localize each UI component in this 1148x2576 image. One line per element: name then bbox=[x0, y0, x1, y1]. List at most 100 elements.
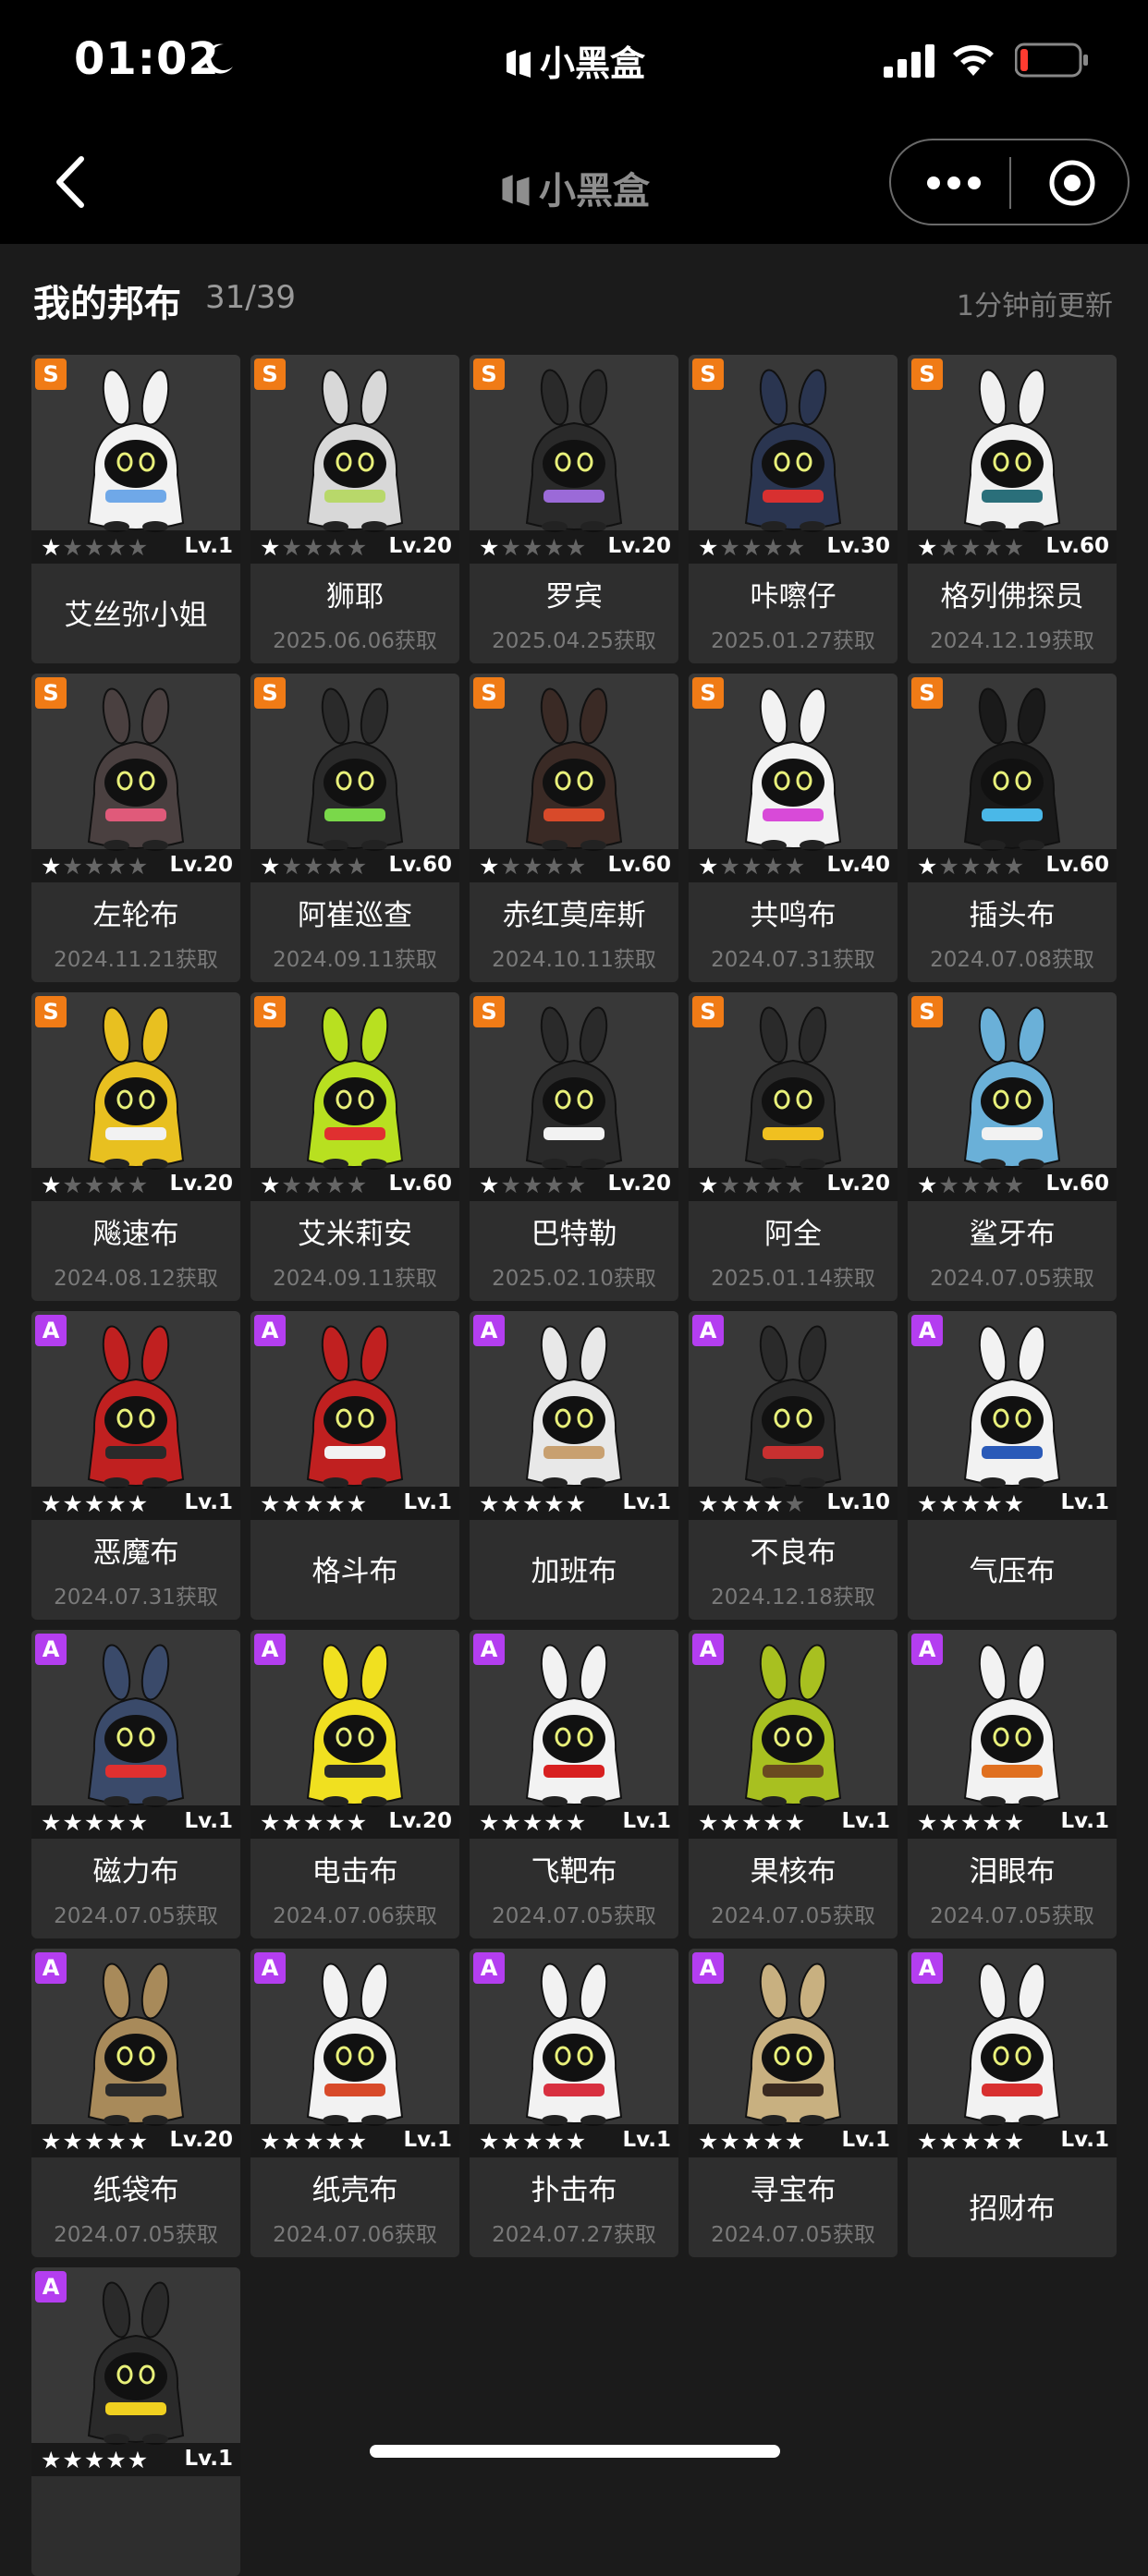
status-app-name-text: 小黑盒 bbox=[539, 43, 645, 84]
acquired-date: 2025.06.06获取 bbox=[273, 629, 437, 653]
star-filled-icon: ★ bbox=[41, 853, 63, 880]
bangboo-card[interactable]: A ★★★★★ Lv.1 扑击布 2024.07.27获取 bbox=[470, 1949, 678, 2257]
home-indicator bbox=[370, 2445, 780, 2458]
bangboo-card[interactable]: S ★★★★★ Lv.40 共鸣布 2024.07.31获取 bbox=[689, 674, 898, 982]
star-rating: ★★★★★ bbox=[260, 1172, 368, 1198]
star-empty-icon: ★ bbox=[740, 1172, 763, 1198]
level-label: Lv.20 bbox=[169, 1172, 233, 1196]
star-empty-icon: ★ bbox=[281, 1172, 303, 1198]
bangboo-name: 艾丝弥小姐 bbox=[64, 599, 208, 632]
star-empty-icon: ★ bbox=[959, 853, 983, 880]
star-rating: ★★★★★ bbox=[41, 2128, 149, 2155]
star-filled-icon: ★ bbox=[281, 2128, 303, 2155]
bangboo-card[interactable]: A ★★★★★ Lv.10 不良布 2024.12.18获取 bbox=[689, 1311, 898, 1620]
star-filled-icon: ★ bbox=[763, 1809, 785, 1836]
star-empty-icon: ★ bbox=[324, 853, 347, 880]
bangboo-card[interactable]: A ★★★★★ Lv.1 bbox=[31, 2267, 240, 2576]
bangboo-card[interactable]: S ★★★★★ Lv.60 格列佛探员 2024.12.19获取 bbox=[908, 355, 1117, 663]
star-filled-icon: ★ bbox=[565, 1490, 588, 1517]
star-filled-icon: ★ bbox=[917, 853, 939, 880]
star-filled-icon: ★ bbox=[698, 1490, 720, 1517]
acquired-date: 2025.01.27获取 bbox=[711, 629, 875, 653]
bangboo-card[interactable]: S ★★★★★ Lv.60 阿崔巡查 2024.09.11获取 bbox=[250, 674, 459, 982]
collection-count: 31/39 bbox=[205, 279, 296, 316]
star-filled-icon: ★ bbox=[479, 1809, 501, 1836]
bangboo-card[interactable]: S ★★★★★ Lv.20 巴特勒 2025.02.10获取 bbox=[470, 992, 678, 1301]
bangboo-card[interactable]: A ★★★★★ Lv.1 恶魔布 2024.07.31获取 bbox=[31, 1311, 240, 1620]
star-filled-icon: ★ bbox=[719, 1809, 741, 1836]
bangboo-card[interactable]: A ★★★★★ Lv.1 磁力布 2024.07.05获取 bbox=[31, 1630, 240, 1938]
bangboo-name: 纸袋布 bbox=[92, 2174, 179, 2207]
acquired-date: 2024.07.05获取 bbox=[54, 2223, 218, 2247]
bangboo-card[interactable]: S ★★★★★ Lv.60 赤红莫库斯 2024.10.11获取 bbox=[470, 674, 678, 982]
level-label: Lv.20 bbox=[826, 1172, 890, 1196]
bangboo-card[interactable]: A ★★★★★ Lv.1 招财布 bbox=[908, 1949, 1117, 2257]
bangboo-card[interactable]: A ★★★★★ Lv.20 纸袋布 2024.07.05获取 bbox=[31, 1949, 240, 2257]
star-filled-icon: ★ bbox=[41, 2128, 63, 2155]
star-filled-icon: ★ bbox=[346, 1490, 369, 1517]
bangboo-card[interactable]: A ★★★★★ Lv.1 加班布 bbox=[470, 1311, 678, 1620]
star-filled-icon: ★ bbox=[302, 1809, 325, 1836]
star-rating: ★★★★★ bbox=[917, 1172, 1025, 1198]
star-filled-icon: ★ bbox=[105, 2447, 128, 2473]
star-filled-icon: ★ bbox=[959, 1809, 983, 1836]
bangboo-name: 格斗布 bbox=[311, 1555, 398, 1588]
level-label: Lv.1 bbox=[1060, 2128, 1109, 2152]
level-bar: ★★★★★ Lv.1 bbox=[908, 1805, 1117, 1839]
bangboo-name: 恶魔布 bbox=[92, 1537, 179, 1570]
star-filled-icon: ★ bbox=[302, 1490, 325, 1517]
level-bar: ★★★★★ Lv.60 bbox=[908, 530, 1117, 564]
rank-badge: S bbox=[473, 358, 505, 390]
rank-badge: S bbox=[473, 996, 505, 1027]
bangboo-card[interactable]: A ★★★★★ Lv.1 纸壳布 2024.07.06获取 bbox=[250, 1949, 459, 2257]
bangboo-card[interactable]: A ★★★★★ Lv.1 果核布 2024.07.05获取 bbox=[689, 1630, 898, 1938]
bangboo-card[interactable]: S ★★★★★ Lv.60 艾米莉安 2024.09.11获取 bbox=[250, 992, 459, 1301]
star-empty-icon: ★ bbox=[105, 1172, 128, 1198]
bangboo-card[interactable]: S ★★★★★ Lv.20 阿全 2025.01.14获取 bbox=[689, 992, 898, 1301]
bangboo-card[interactable]: A ★★★★★ Lv.1 飞靶布 2024.07.05获取 bbox=[470, 1630, 678, 1938]
star-filled-icon: ★ bbox=[698, 1172, 720, 1198]
bangboo-card[interactable]: S ★★★★★ Lv.1 艾丝弥小姐 bbox=[31, 355, 240, 663]
star-empty-icon: ★ bbox=[982, 534, 1004, 561]
bangboo-name: 罗宾 bbox=[545, 580, 603, 614]
bangboo-card[interactable]: S ★★★★★ Lv.20 罗宾 2025.04.25获取 bbox=[470, 355, 678, 663]
star-filled-icon: ★ bbox=[698, 853, 720, 880]
star-empty-icon: ★ bbox=[740, 853, 763, 880]
level-label: Lv.1 bbox=[403, 2128, 452, 2152]
bangboo-card[interactable]: A ★★★★★ Lv.1 格斗布 bbox=[250, 1311, 459, 1620]
star-filled-icon: ★ bbox=[521, 2128, 544, 2155]
star-empty-icon: ★ bbox=[784, 1172, 807, 1198]
star-empty-icon: ★ bbox=[500, 853, 522, 880]
star-filled-icon: ★ bbox=[740, 1809, 763, 1836]
star-rating: ★★★★★ bbox=[698, 1809, 806, 1836]
star-empty-icon: ★ bbox=[346, 853, 369, 880]
close-target-icon[interactable] bbox=[1046, 157, 1098, 209]
bangboo-card[interactable]: A ★★★★★ Lv.1 寻宝布 2024.07.05获取 bbox=[689, 1949, 898, 2257]
star-filled-icon: ★ bbox=[938, 1809, 960, 1836]
rank-badge: A bbox=[254, 1315, 286, 1346]
bangboo-card[interactable]: S ★★★★★ Lv.30 咔嚓仔 2025.01.27获取 bbox=[689, 355, 898, 663]
bangboo-card[interactable]: A ★★★★★ Lv.20 电击布 2024.07.06获取 bbox=[250, 1630, 459, 1938]
battery-low-icon bbox=[1015, 43, 1088, 78]
bangboo-card[interactable]: S ★★★★★ Lv.20 飚速布 2024.08.12获取 bbox=[31, 992, 240, 1301]
rank-badge: S bbox=[473, 677, 505, 709]
star-empty-icon: ★ bbox=[500, 534, 522, 561]
star-filled-icon: ★ bbox=[83, 2128, 106, 2155]
bangboo-card[interactable]: A ★★★★★ Lv.1 泪眼布 2024.07.05获取 bbox=[908, 1630, 1117, 1938]
bangboo-card[interactable]: A ★★★★★ Lv.1 气压布 bbox=[908, 1311, 1117, 1620]
star-empty-icon: ★ bbox=[1003, 534, 1026, 561]
star-filled-icon: ★ bbox=[763, 2128, 785, 2155]
bangboo-name: 艾米莉安 bbox=[298, 1218, 412, 1251]
level-label: Lv.1 bbox=[403, 1490, 452, 1514]
more-dots-icon[interactable] bbox=[924, 172, 983, 194]
bangboo-card[interactable]: S ★★★★★ Lv.20 左轮布 2024.11.21获取 bbox=[31, 674, 240, 982]
level-label: Lv.1 bbox=[184, 2447, 233, 2471]
bangboo-card[interactable]: S ★★★★★ Lv.20 狮耶 2025.06.06获取 bbox=[250, 355, 459, 663]
level-bar: ★★★★★ Lv.1 bbox=[470, 1487, 678, 1520]
bangboo-card[interactable]: S ★★★★★ Lv.60 鲨牙布 2024.07.05获取 bbox=[908, 992, 1117, 1301]
level-label: Lv.20 bbox=[607, 1172, 671, 1196]
bangboo-card[interactable]: S ★★★★★ Lv.60 插头布 2024.07.08获取 bbox=[908, 674, 1117, 982]
star-filled-icon: ★ bbox=[740, 2128, 763, 2155]
star-rating: ★★★★★ bbox=[479, 1172, 587, 1198]
star-filled-icon: ★ bbox=[938, 1490, 960, 1517]
